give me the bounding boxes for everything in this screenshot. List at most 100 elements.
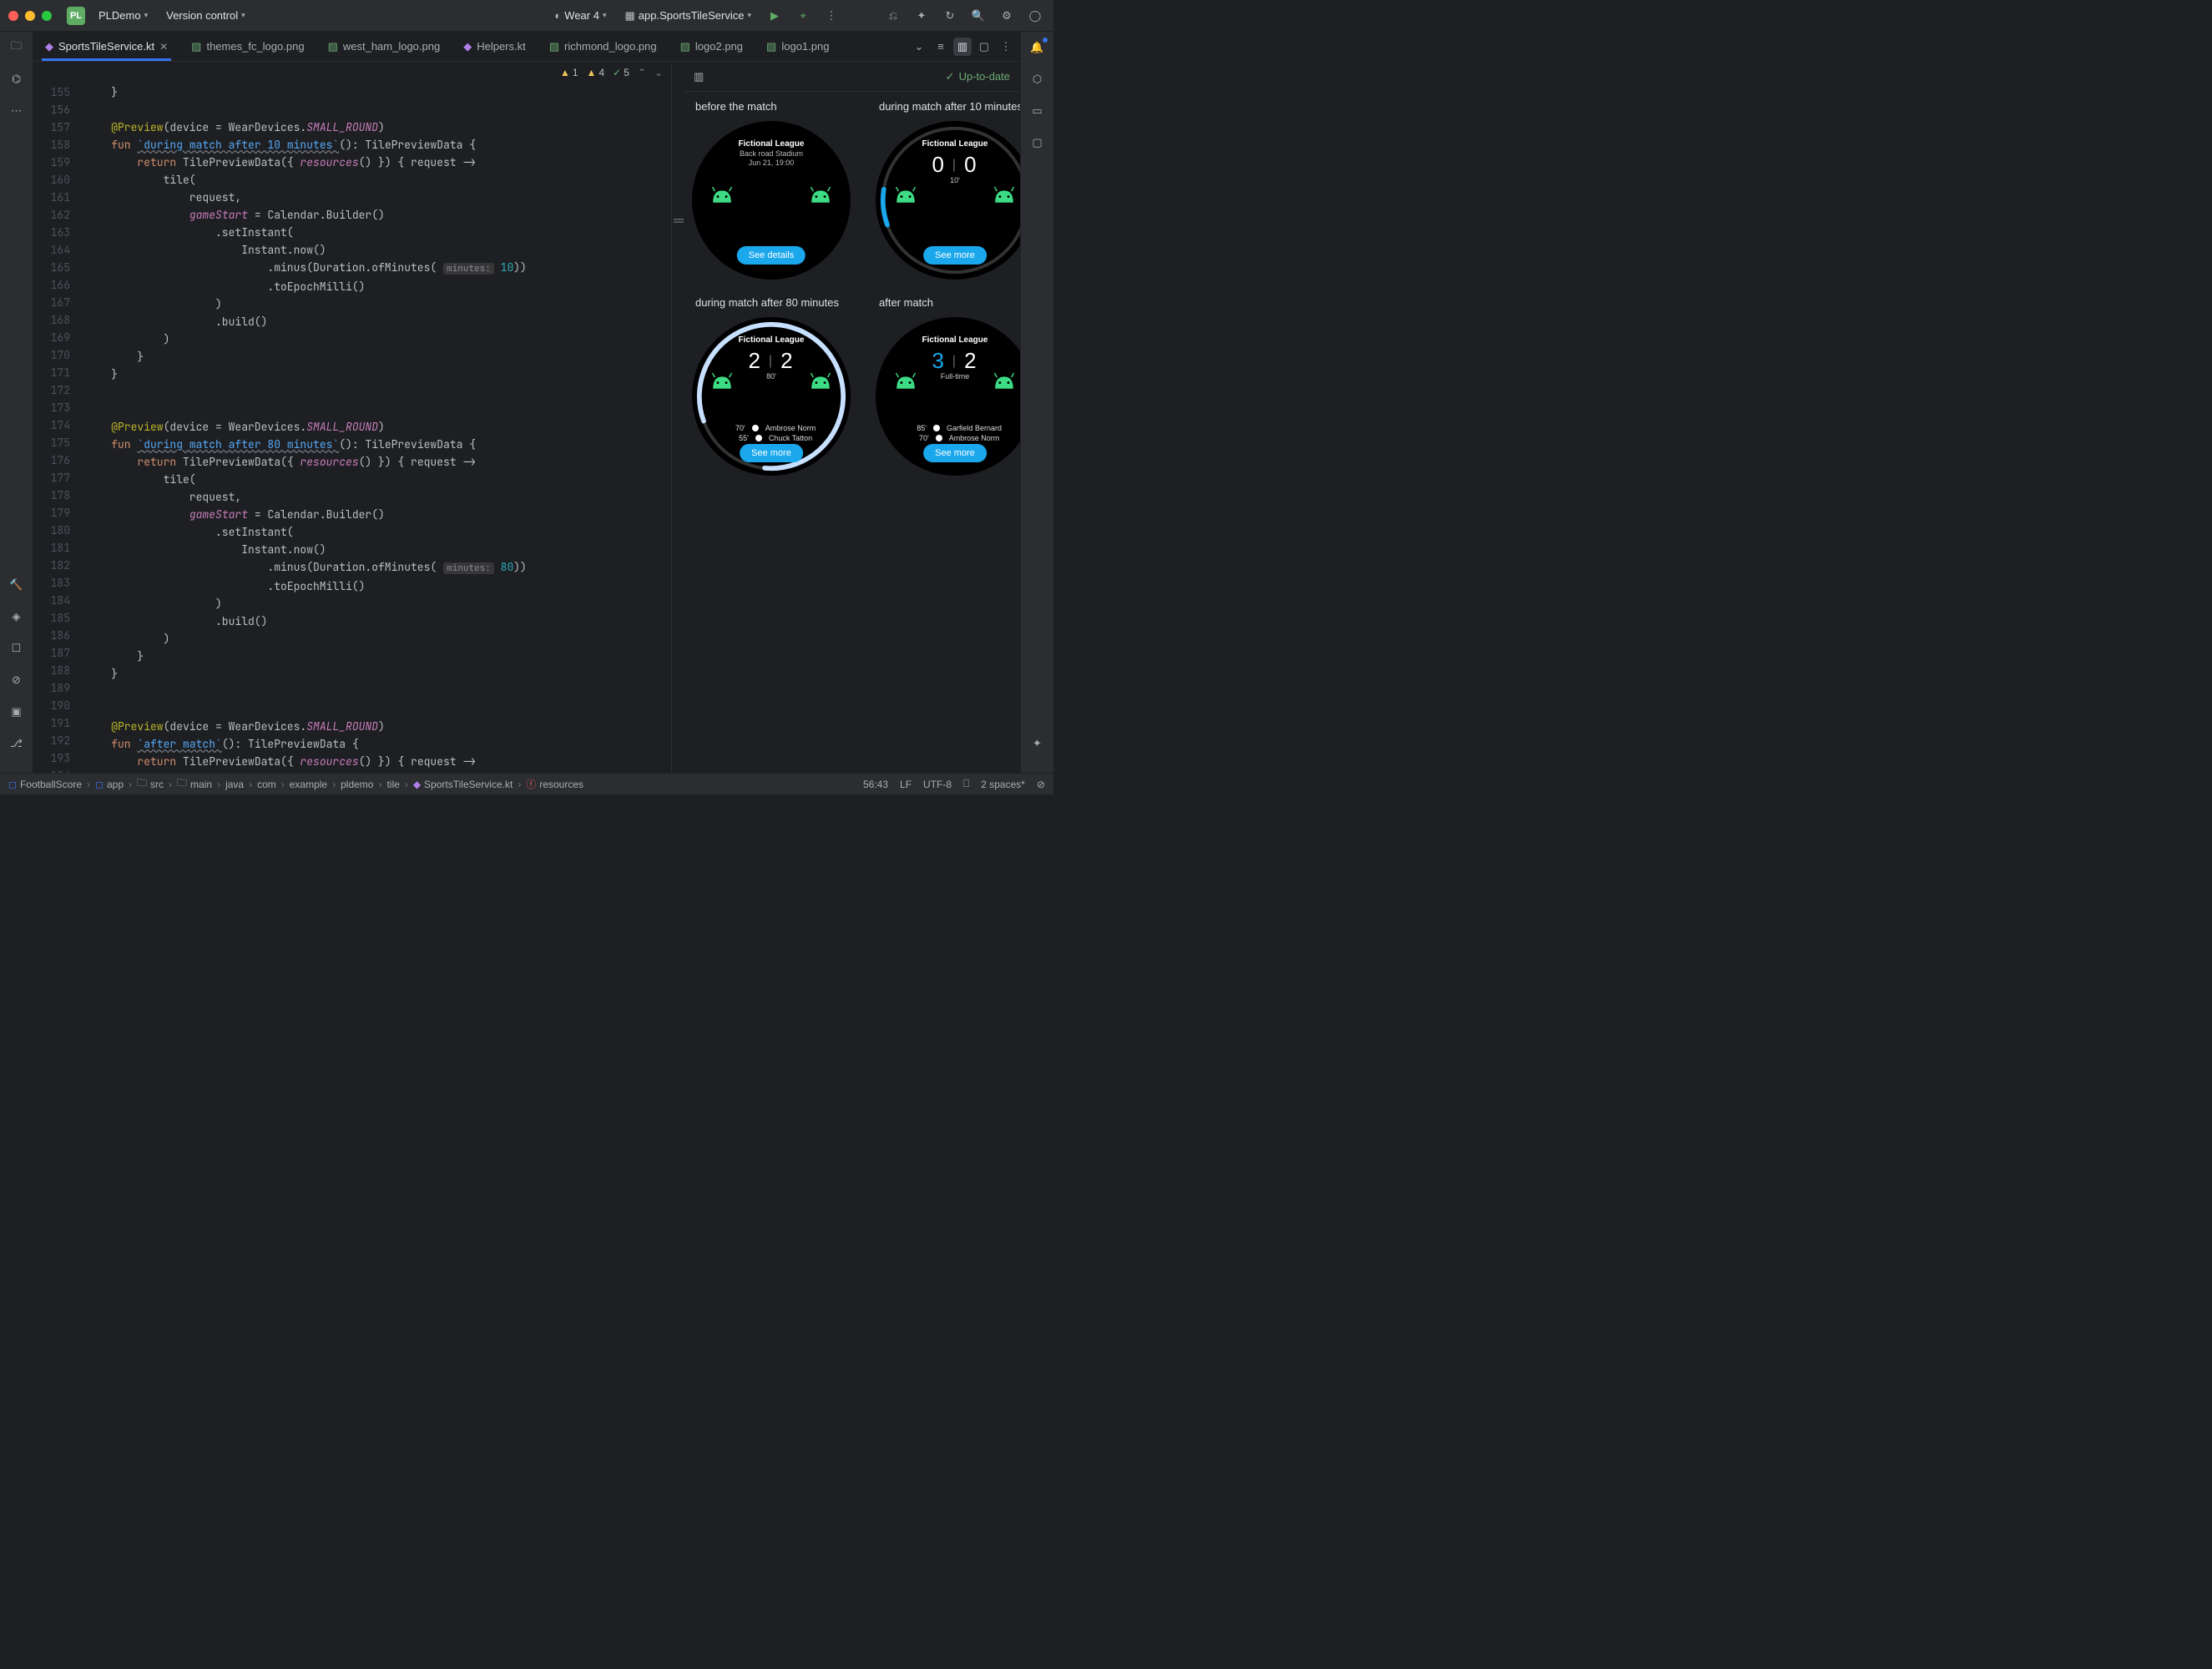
services-tool-icon[interactable]: ☐ <box>8 639 26 658</box>
breadcrumb-item[interactable]: pldemo <box>341 779 373 790</box>
device-selector[interactable]: ◐Wear 4▾ <box>549 6 611 25</box>
maximize-window[interactable] <box>42 11 52 21</box>
editor-tabs: ◆ SportsTileService.kt ✕ ▨ themes_fc_log… <box>33 32 1020 62</box>
image-file-icon: ▨ <box>680 40 690 53</box>
inspect-icon[interactable]: ✦ <box>912 6 932 26</box>
close-tab-icon[interactable]: ✕ <box>159 41 168 53</box>
tab-label: richmond_logo.png <box>564 40 657 53</box>
watchface-preview[interactable]: Fictional League0|010'See more <box>876 121 1020 280</box>
line-separator[interactable]: LF <box>900 779 912 790</box>
breadcrumb-item[interactable]: java <box>225 779 244 790</box>
tile-label: before the match <box>692 100 777 113</box>
kotlin-file-icon: ◆ <box>463 40 472 53</box>
breadcrumb-root[interactable]: FootballScore <box>20 779 82 790</box>
gradle-icon[interactable]: ⬡ <box>1028 70 1047 88</box>
search-icon[interactable]: 🔍 <box>968 6 988 26</box>
inspections-widget[interactable]: ▲1 ▲4 ✓5 ⌃ ⌄ <box>33 62 671 83</box>
warning-icon: ▲ <box>587 67 597 78</box>
account-icon[interactable]: ◯ <box>1025 6 1045 26</box>
watchface-preview[interactable]: Fictional LeagueBack road StadiumJun 21,… <box>692 121 851 280</box>
tab-logo2[interactable]: ▨ logo2.png <box>669 32 755 61</box>
bookmarks-tool-icon[interactable]: ◈ <box>8 608 26 626</box>
gutter-line-numbers: 1551561571581591601611621631641651661671… <box>33 83 80 773</box>
function-icon: ⓕ <box>526 777 536 791</box>
watchface-preview[interactable]: Fictional League2|280'70'Ambrose Norm55'… <box>692 317 851 476</box>
pane-splitter[interactable]: ═ <box>672 62 684 773</box>
preview-tile: before the match Fictional LeagueBack roa… <box>692 100 851 280</box>
tab-west-ham-logo[interactable]: ▨ west_ham_logo.png <box>316 32 452 61</box>
updates-icon[interactable]: ↻ <box>940 6 960 26</box>
readonly-toggle[interactable]: ⎕ <box>963 778 969 790</box>
indent-setting[interactable]: 2 spaces* <box>981 779 1025 790</box>
more-tabs-dropdown[interactable]: ⌄ <box>910 38 928 56</box>
view-split[interactable]: ▥ <box>953 38 972 56</box>
view-code-only[interactable]: ≡ <box>932 38 950 56</box>
breadcrumb-symbol[interactable]: resources <box>539 779 583 790</box>
preview-status: ✓ Up-to-date <box>946 70 1010 83</box>
tab-themes-fc-logo[interactable]: ▨ themes_fc_logo.png <box>179 32 316 61</box>
device-manager-icon[interactable]: ▭ <box>1028 102 1047 120</box>
build-tool-icon[interactable]: 🔨 <box>8 576 26 594</box>
file-encoding[interactable]: UTF-8 <box>923 779 952 790</box>
more-actions[interactable]: ⋮ <box>821 6 841 26</box>
image-file-icon: ▨ <box>191 40 201 53</box>
run-config-selector[interactable]: ▦app.SportsTileService▾ <box>619 6 756 26</box>
tile-action-button[interactable]: See more <box>923 246 987 265</box>
settings-icon[interactable]: ⚙ <box>997 6 1017 26</box>
prev-highlight[interactable]: ⌃ <box>638 67 646 78</box>
debug-button[interactable]: ⌖ <box>793 6 813 26</box>
splitter-grip-icon: ═ <box>674 212 682 229</box>
run-button[interactable]: ▶ <box>765 6 785 26</box>
emulator-icon[interactable]: ▢ <box>1028 134 1047 152</box>
next-highlight[interactable]: ⌄ <box>654 67 663 78</box>
breadcrumb-item[interactable]: tile <box>386 779 399 790</box>
terminal-tool-icon[interactable]: ▣ <box>8 703 26 721</box>
minimize-window[interactable] <box>25 11 35 21</box>
chevron-down-icon: ▾ <box>603 11 607 20</box>
breadcrumb-item[interactable]: example <box>290 779 327 790</box>
tile-label: during match after 80 minutes <box>692 296 839 309</box>
preview-tile: during match after 80 minutes Fictional L… <box>692 296 851 476</box>
breadcrumb-item[interactable]: app <box>107 779 124 790</box>
tile-action-button[interactable]: See more <box>923 444 987 462</box>
code-editor[interactable]: ▲1 ▲4 ✓5 ⌃ ⌄ 155156157158159160161162163… <box>33 62 672 773</box>
code-area[interactable]: } @Preview(device = WearDevices.SMALL_RO… <box>80 83 671 773</box>
notifications-icon[interactable]: 🔔 <box>1028 38 1047 57</box>
project-tool-icon[interactable]: 🗀 <box>8 38 26 57</box>
project-menu[interactable]: PLDemo▾ <box>93 6 153 25</box>
view-design-only[interactable]: ▢ <box>975 38 993 56</box>
tab-richmond-logo[interactable]: ▨ richmond_logo.png <box>538 32 669 61</box>
caret-position[interactable]: 56:43 <box>863 779 888 790</box>
breadcrumb-item[interactable]: main <box>190 779 212 790</box>
kotlin-file-icon: ◆ <box>45 40 53 53</box>
tab-helpers[interactable]: ◆ Helpers.kt <box>452 32 538 61</box>
more-tool-icon[interactable]: ⋯ <box>8 102 26 120</box>
vcs-menu[interactable]: Version control▾ <box>161 6 250 25</box>
left-toolbar: 🗀 ⌬ ⋯ 🔨 ◈ ☐ ⊘ ▣ ⎇ <box>0 32 33 773</box>
tile-action-button[interactable]: See more <box>740 444 803 462</box>
structure-tool-icon[interactable]: ⌬ <box>8 70 26 88</box>
tab-logo1[interactable]: ▨ logo1.png <box>755 32 841 61</box>
tile-action-button[interactable]: See details <box>737 246 806 265</box>
tab-sportstileservice[interactable]: ◆ SportsTileService.kt ✕ <box>33 32 179 61</box>
module-icon: ◻ <box>8 779 17 790</box>
vcs-tool-icon[interactable]: ⎇ <box>8 734 26 753</box>
preview-tile: after match Fictional League3|2Full-time8… <box>876 296 1020 476</box>
chevron-down-icon: ▾ <box>747 11 751 20</box>
preview-settings-icon[interactable]: ▥ <box>694 70 704 83</box>
close-window[interactable] <box>8 11 18 21</box>
breadcrumb-file[interactable]: SportsTileService.kt <box>424 779 513 790</box>
ai-assistant-icon[interactable]: ✦ <box>1028 734 1047 753</box>
code-with-me-icon[interactable]: ⎌ <box>883 6 903 26</box>
tab-options[interactable]: ⋮ <box>997 38 1015 56</box>
problems-tool-icon[interactable]: ⊘ <box>8 671 26 689</box>
folder-icon: 🗀 <box>177 775 187 793</box>
breadcrumb-item[interactable]: com <box>257 779 276 790</box>
memory-indicator[interactable]: ⊘ <box>1037 779 1045 790</box>
tab-label: Helpers.kt <box>477 40 526 53</box>
breadcrumb-item[interactable]: src <box>150 779 164 790</box>
watchface-preview[interactable]: Fictional League3|2Full-time85'Garfield … <box>876 317 1020 476</box>
image-file-icon: ▨ <box>766 40 776 53</box>
tile-label: after match <box>876 296 933 309</box>
module-icon: ◻ <box>95 779 104 790</box>
